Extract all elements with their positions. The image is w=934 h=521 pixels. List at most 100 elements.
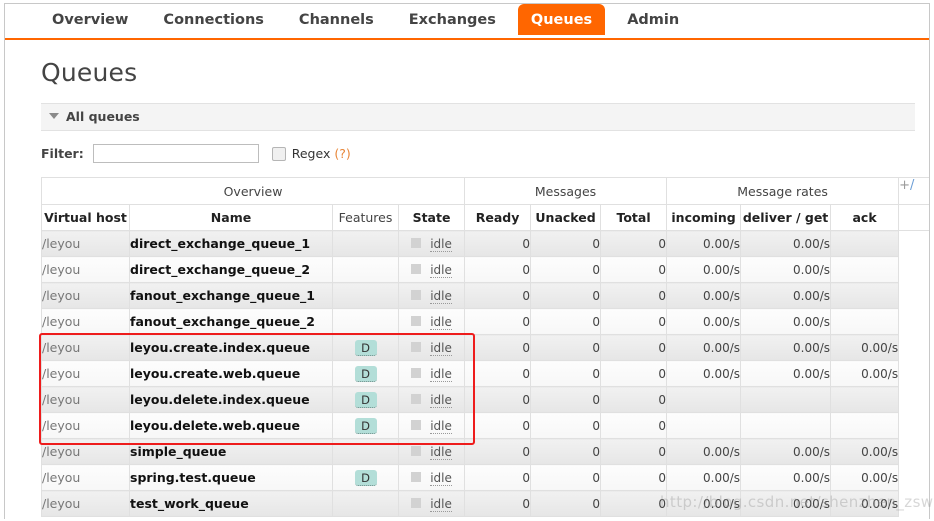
column-header-name[interactable]: Name [129,204,333,231]
tab-overview[interactable]: Overview [39,4,141,35]
cell-queue-name[interactable]: leyou.delete.index.queue [129,386,333,413]
column-header-ready[interactable]: Ready [464,204,532,231]
column-header-features: Features [332,204,399,231]
column-header-incoming[interactable]: incoming [666,204,742,231]
cell-ready: 0 [464,386,532,413]
tab-channels[interactable]: Channels [286,4,387,35]
table-row[interactable]: /leyou leyou.create.index.queue Didle 0 0 0 0.… [41,334,930,361]
column-header-deliver-get[interactable]: deliver / get [740,204,832,231]
cell-state: idle [397,308,466,335]
state-label[interactable]: idle [430,496,452,512]
state-label[interactable]: idle [430,392,452,408]
state-label[interactable]: idle [430,470,452,486]
state-label[interactable]: idle [430,314,452,330]
cell-queue-name[interactable]: test_work_queue [129,490,333,517]
cell-total: 0 [600,256,668,283]
cell-deliver-get-rate: 0.00/s [740,438,832,465]
cell-state: idle [397,412,466,439]
table-row[interactable]: /leyou fanout_exchange_queue_2 idle 0 0 0 0.00… [41,308,930,335]
tab-admin[interactable]: Admin [614,4,692,35]
table-row[interactable]: /leyou test_work_queue idle 0 0 0 0.00/s 0.00/s… [41,490,930,517]
regex-help-icon[interactable]: (?) [334,146,350,161]
cell-deliver-get-rate [740,386,832,413]
cell-queue-name[interactable]: direct_exchange_queue_2 [129,256,333,283]
table-row[interactable]: /leyou leyou.delete.web.queue Didle 0 0 0 [41,412,930,439]
cell-ready: 0 [464,360,532,387]
cell-total: 0 [600,490,668,517]
cell-features [332,282,399,309]
table-row[interactable]: /leyou spring.test.queue Didle 0 0 0 0.00/s 0.0… [41,464,930,491]
state-label[interactable]: idle [430,262,452,278]
cell-queue-name[interactable]: fanout_exchange_queue_1 [129,282,333,309]
cell-queue-name[interactable]: leyou.create.web.queue [129,360,333,387]
state-label[interactable]: idle [430,340,452,356]
cell-state: idle [397,282,466,309]
table-row[interactable]: /leyou simple_queue idle 0 0 0 0.00/s 0.00/s 0.0… [41,438,930,465]
state-indicator-icon [411,341,422,352]
state-label[interactable]: idle [430,444,452,460]
column-header-state[interactable]: State [397,204,466,231]
state-label[interactable]: idle [430,418,452,434]
queues-table-head: Overview Messages Message rates +/ Virtual … [40,177,929,231]
plus-sign: + [899,178,910,193]
cell-total: 0 [600,282,668,309]
durable-badge[interactable]: D [354,469,377,486]
cell-virtual-host: /leyou [41,438,130,465]
table-row[interactable]: /leyou fanout_exchange_queue_1 idle 0 0 0 0.00… [41,282,930,309]
cell-ready: 0 [464,256,532,283]
cell-unacked: 0 [530,256,602,283]
durable-badge[interactable]: D [354,365,377,382]
cell-ready: 0 [464,412,532,439]
cell-ack-rate [830,230,900,257]
durable-badge[interactable]: D [354,339,377,356]
cell-total: 0 [600,412,668,439]
cell-queue-name[interactable]: leyou.create.index.queue [129,334,333,361]
tab-queues[interactable]: Queues [517,4,606,35]
group-header-message-rates: Message rates [666,177,900,205]
all-queues-section-header[interactable]: All queues [41,103,915,131]
main-navigation-tabs: Overview Connections Channels Exchanges Queu… [5,4,929,40]
state-label[interactable]: idle [430,288,452,304]
table-row[interactable]: /leyou leyou.delete.index.queue Didle 0 0 0 [41,386,930,413]
cell-unacked: 0 [530,490,602,517]
cell-features [332,230,399,257]
cell-incoming-rate: 0.00/s [666,490,742,517]
cell-queue-name[interactable]: simple_queue [129,438,333,465]
regex-checkbox[interactable] [271,146,286,161]
cell-deliver-get-rate [740,412,832,439]
table-row[interactable]: /leyou leyou.create.web.queue Didle 0 0 0 0.00… [41,360,930,387]
durable-badge[interactable]: D [354,417,377,434]
cell-virtual-host: /leyou [41,464,130,491]
tab-connections[interactable]: Connections [150,4,277,35]
cell-queue-name[interactable]: spring.test.queue [129,464,333,491]
cell-incoming-rate: 0.00/s [666,334,742,361]
column-header-total[interactable]: Total [600,204,668,231]
cell-spacer [899,309,929,335]
cell-state: idle [397,360,466,387]
filter-input[interactable] [92,144,259,163]
durable-badge[interactable]: D [354,391,377,408]
column-header-virtual-host[interactable]: Virtual host [41,204,130,231]
cell-total: 0 [600,230,668,257]
tab-list: Overview Connections Channels Exchanges Queu… [39,4,701,35]
column-header-ack[interactable]: ack [830,204,900,231]
cell-deliver-get-rate: 0.00/s [740,230,832,257]
state-label[interactable]: idle [430,366,452,382]
state-label[interactable]: idle [430,236,452,252]
table-row[interactable]: /leyou direct_exchange_queue_2 idle 0 0 0 0.00… [41,256,930,283]
cell-total: 0 [600,386,668,413]
cell-queue-name[interactable]: leyou.delete.web.queue [129,412,333,439]
cell-queue-name[interactable]: fanout_exchange_queue_2 [129,308,333,335]
cell-queue-name[interactable]: direct_exchange_queue_1 [129,230,333,257]
column-toggle-button[interactable]: +/ [898,177,929,205]
cell-ack-rate [830,308,900,335]
cell-virtual-host: /leyou [41,490,130,517]
tab-exchanges[interactable]: Exchanges [396,4,509,35]
table-row[interactable]: /leyou direct_exchange_queue_1 idle 0 0 0 0.00… [41,230,930,257]
cell-spacer [899,387,929,413]
cell-ack-rate [830,256,900,283]
column-header-unacked[interactable]: Unacked [530,204,602,231]
cell-features: D [332,360,399,387]
state-indicator-icon [411,263,422,274]
cell-unacked: 0 [530,308,602,335]
